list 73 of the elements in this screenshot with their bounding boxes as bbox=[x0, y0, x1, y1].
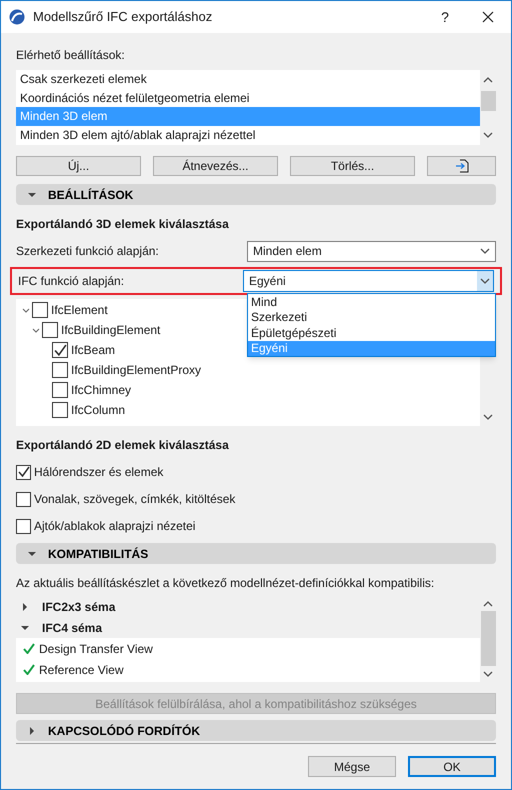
tree-item[interactable]: IfcElement bbox=[51, 301, 108, 319]
scrollbar-thumb[interactable] bbox=[480, 91, 496, 111]
chevron-down-icon[interactable] bbox=[22, 308, 30, 312]
chevron-up-icon[interactable] bbox=[483, 601, 493, 607]
tree-item[interactable]: IfcColumn bbox=[71, 401, 126, 419]
dialog-button[interactable]: OK bbox=[408, 756, 496, 777]
checkbox[interactable] bbox=[16, 492, 31, 506]
file-arrow-icon bbox=[454, 159, 468, 173]
menu-item[interactable]: Szerkezeti bbox=[248, 310, 495, 325]
checkmark-icon bbox=[23, 664, 35, 675]
checkbox[interactable] bbox=[16, 518, 31, 534]
section-header[interactable]: KOMPATIBILITÁS bbox=[16, 543, 496, 564]
menu-item[interactable]: Épületgépészeti bbox=[248, 325, 495, 340]
structural-dropdown[interactable]: Minden elem bbox=[247, 240, 496, 262]
chevron-down-icon[interactable] bbox=[483, 671, 493, 677]
checkbox-label[interactable]: Hálórendszer és elemek bbox=[34, 463, 164, 481]
triangle-down-icon[interactable] bbox=[21, 624, 29, 632]
menu-item[interactable]: Mind bbox=[248, 294, 495, 310]
section-subheading: Exportálandó 3D elemek kiválasztása bbox=[16, 216, 230, 233]
checkbox-label[interactable]: Vonalak, szövegek, címkék, kitöltések bbox=[34, 490, 236, 508]
preset-button[interactable]: Új... bbox=[16, 156, 141, 176]
checkbox[interactable] bbox=[16, 464, 31, 480]
chevron-down-icon[interactable] bbox=[483, 414, 493, 420]
list-item[interactable]: Koordinációs nézet felületgeometria elemei bbox=[16, 88, 480, 107]
list-item[interactable]: Minden 3D elem ajtó/ablak alaprajzi nézettel bbox=[16, 126, 480, 144]
section-header[interactable]: KAPCSOLÓDÓ FORDÍTÓK bbox=[16, 720, 496, 741]
section-subheading: Exportálandó 2D elemek kiválasztása bbox=[16, 437, 230, 454]
view-item: Reference View bbox=[39, 662, 124, 678]
section-header[interactable]: BEÁLLÍTÁSOK bbox=[16, 184, 496, 205]
checkbox[interactable] bbox=[52, 342, 68, 358]
chevron-down-icon[interactable] bbox=[480, 278, 490, 284]
help-button[interactable]: ? bbox=[425, 1, 465, 33]
presets-label: Elérhető beállítások: bbox=[16, 47, 126, 64]
triangle-right-icon[interactable] bbox=[28, 726, 36, 734]
chevron-down-icon[interactable] bbox=[483, 132, 493, 138]
checkbox-label[interactable]: Ajtók/ablakok alaprajzi nézetei bbox=[34, 517, 196, 535]
checkmark-icon bbox=[18, 466, 30, 478]
chevron-down-icon[interactable] bbox=[32, 328, 40, 332]
tree-item[interactable]: IfcBeam bbox=[71, 341, 116, 359]
triangle-down-icon[interactable] bbox=[28, 550, 36, 558]
scrollbar-thumb[interactable] bbox=[480, 611, 496, 666]
window-title: Modellszűrő IFC exportáláshoz bbox=[33, 8, 212, 26]
checkmark-icon bbox=[23, 643, 35, 654]
section-title: BEÁLLÍTÁSOK bbox=[48, 186, 134, 204]
preset-button[interactable]: Átnevezés... bbox=[153, 156, 278, 176]
view-item: Design Transfer View bbox=[39, 640, 153, 658]
chevron-down-icon[interactable] bbox=[480, 248, 490, 254]
list-item[interactable]: Csak szerkezeti elemek bbox=[16, 70, 480, 88]
field-label: Szerkezeti funkció alapján: bbox=[16, 243, 160, 260]
compatibility-description: Az aktuális beállításkészlet a következő modellnézet-definíciókkal kompatibilis: bbox=[16, 575, 436, 592]
app-logo-icon bbox=[9, 9, 25, 25]
tree-item[interactable]: IfcBuildingElementProxy bbox=[71, 361, 202, 379]
tree-item[interactable]: IfcChimney bbox=[71, 381, 132, 399]
checkbox[interactable] bbox=[52, 382, 68, 398]
section-title: KAPCSOLÓDÓ FORDÍTÓK bbox=[48, 722, 200, 740]
checkmark-icon bbox=[54, 344, 66, 356]
field-label: IFC funkció alapján: bbox=[18, 273, 126, 290]
triangle-down-icon[interactable] bbox=[28, 190, 36, 198]
export-button[interactable] bbox=[427, 156, 496, 176]
checkbox[interactable] bbox=[32, 302, 48, 318]
schema-group[interactable]: IFC4 séma bbox=[42, 618, 102, 636]
triangle-right-icon[interactable] bbox=[21, 602, 29, 610]
tree-item[interactable]: IfcBuildingElement bbox=[61, 321, 160, 339]
section-title: KOMPATIBILITÁS bbox=[48, 546, 148, 562]
schema-group[interactable]: IFC2x3 séma bbox=[42, 598, 116, 616]
close-icon bbox=[482, 11, 494, 23]
checkbox[interactable] bbox=[42, 322, 58, 338]
dialog-button[interactable]: Mégse bbox=[308, 756, 396, 777]
checkbox[interactable] bbox=[52, 402, 68, 418]
ifc-dropdown[interactable]: Egyéni bbox=[243, 270, 494, 292]
preset-button[interactable]: Törlés... bbox=[290, 156, 415, 176]
chevron-up-icon[interactable] bbox=[483, 77, 493, 83]
checkbox[interactable] bbox=[52, 362, 68, 378]
